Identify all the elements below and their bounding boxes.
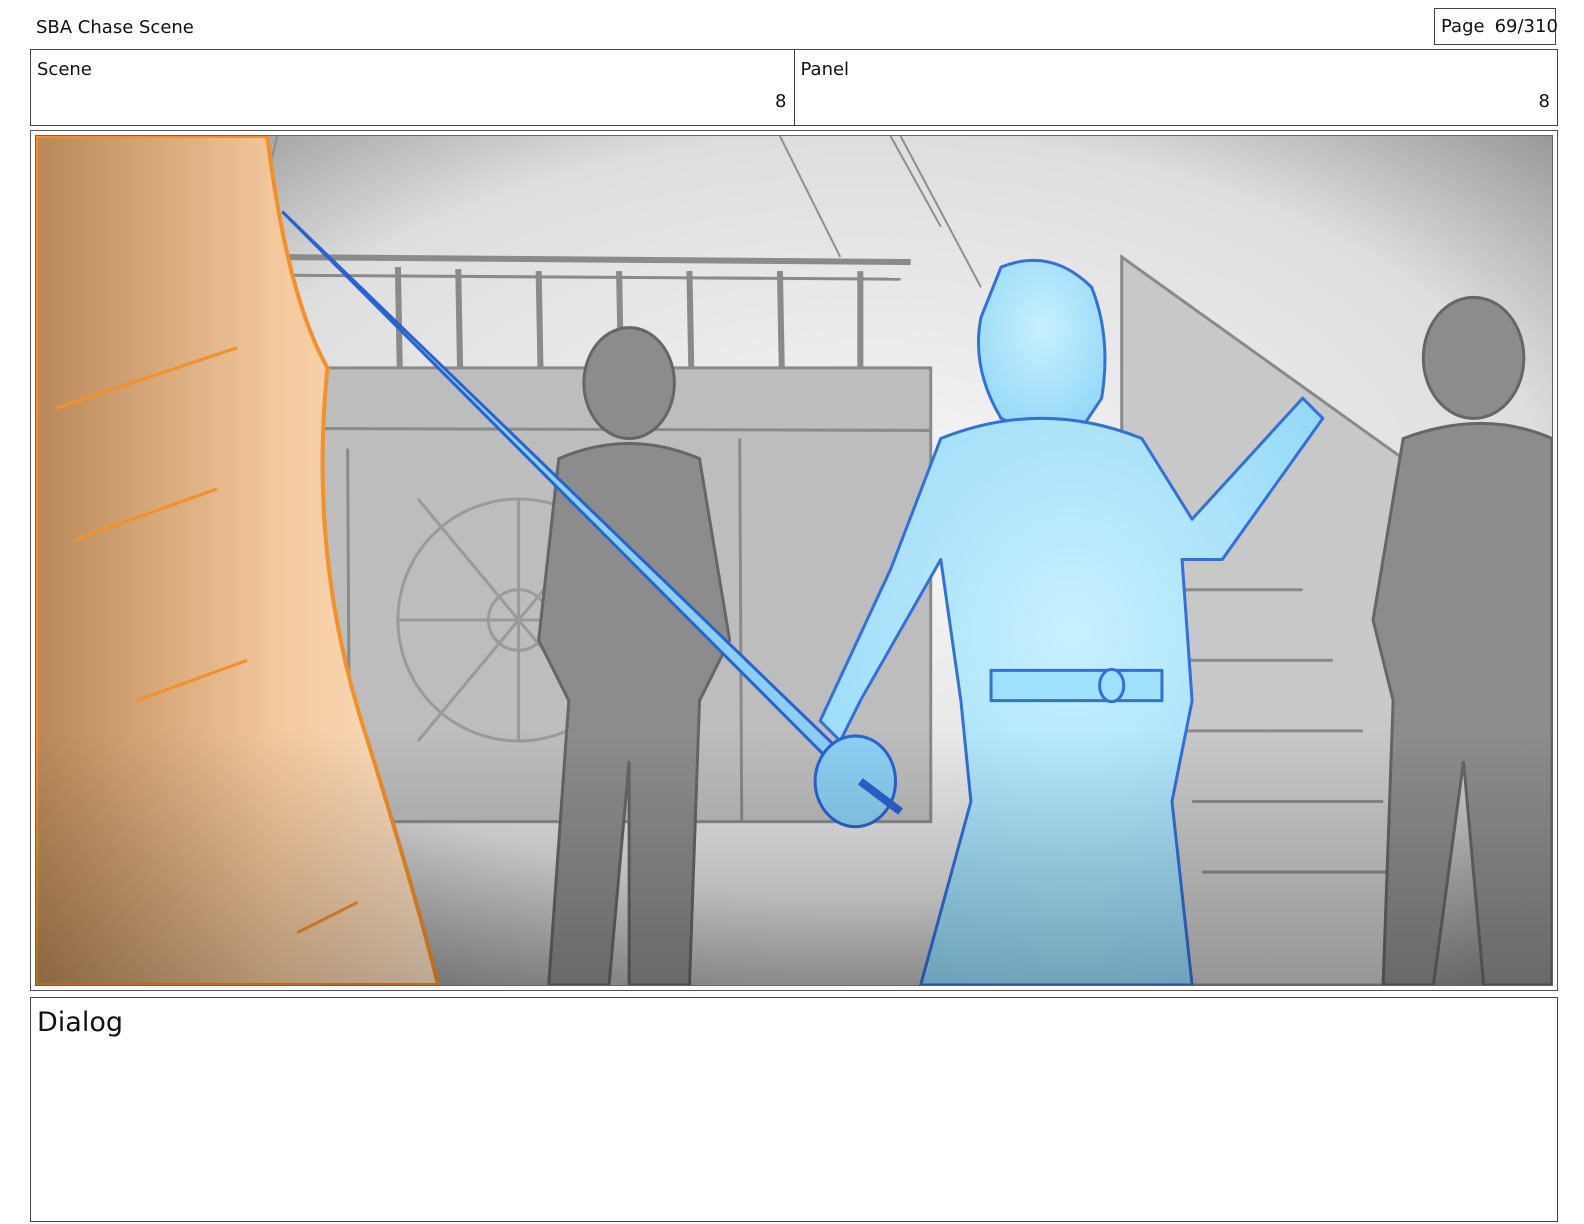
scene-cell: Scene 8 xyxy=(31,50,794,125)
panel-label: Panel xyxy=(800,59,850,80)
vignette-overlay xyxy=(36,136,1552,985)
project-title: SBA Chase Scene xyxy=(36,17,194,38)
dialog-label: Dialog xyxy=(37,1007,123,1038)
page-label: Page xyxy=(1441,16,1485,37)
page-indicator: Page 69/310 xyxy=(1434,8,1558,45)
dialog-box[interactable]: Dialog xyxy=(30,997,1558,1222)
storyboard-panel-image xyxy=(35,135,1553,986)
scene-value: 8 xyxy=(775,91,787,112)
page-number: 69/310 xyxy=(1494,16,1558,37)
scene-label: Scene xyxy=(37,59,92,80)
panel-value: 8 xyxy=(1538,91,1550,112)
storyboard-panel-frame xyxy=(30,130,1558,991)
scene-panel-info-row: Scene 8 Panel 8 xyxy=(30,49,1558,126)
panel-cell: Panel 8 xyxy=(793,50,1558,125)
storyboard-sketch xyxy=(36,136,1552,985)
